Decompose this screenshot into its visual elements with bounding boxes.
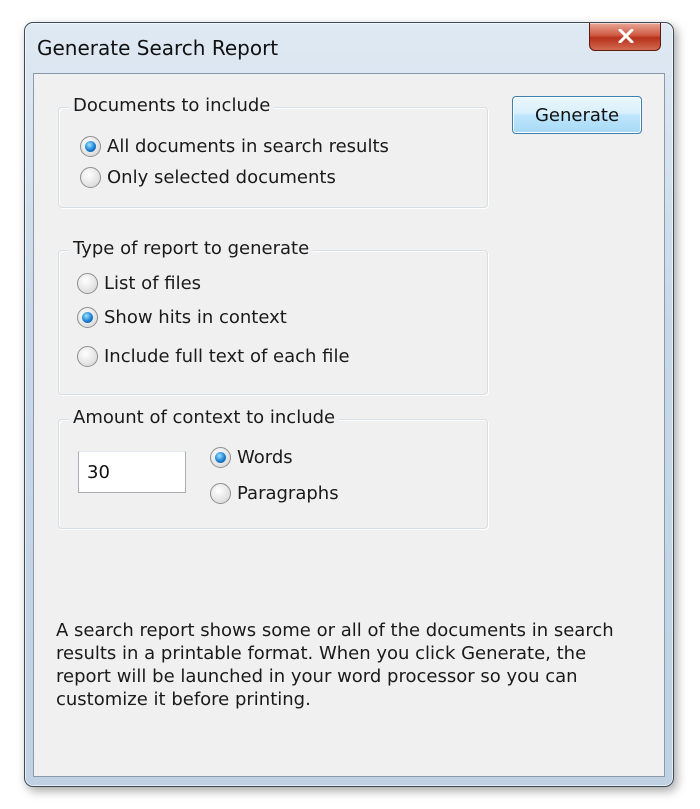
radio-label: Include full text of each file — [104, 346, 350, 367]
radio-button[interactable] — [77, 273, 98, 294]
report-type-group-legend: Type of report to generate — [69, 238, 314, 259]
dialog-client-area: Documents to include All documents in se… — [33, 73, 665, 777]
radio-label: All documents in search results — [107, 136, 389, 157]
radio-paragraphs[interactable]: Paragraphs — [210, 483, 339, 504]
radio-button[interactable] — [77, 307, 98, 328]
radio-label: Paragraphs — [237, 483, 339, 504]
radio-label: Words — [237, 447, 293, 468]
documents-group-legend: Documents to include — [69, 95, 275, 116]
window-title: Generate Search Report — [37, 36, 279, 60]
context-group-legend: Amount of context to include — [69, 407, 340, 428]
radio-label: List of files — [104, 273, 202, 294]
radio-label: Only selected documents — [107, 167, 336, 188]
report-description: A search report shows some or all of the… — [56, 620, 614, 710]
title-bar[interactable]: Generate Search Report — [25, 23, 673, 73]
context-amount-input[interactable] — [78, 451, 186, 493]
documents-group: Documents to include — [58, 95, 488, 208]
radio-words[interactable]: Words — [210, 447, 293, 468]
radio-selected-documents[interactable]: Only selected documents — [80, 167, 336, 188]
radio-all-documents[interactable]: All documents in search results — [80, 136, 389, 157]
radio-show-hits-in-context[interactable]: Show hits in context — [77, 307, 287, 328]
radio-button[interactable] — [80, 167, 101, 188]
radio-button[interactable] — [210, 483, 231, 504]
close-icon — [618, 29, 634, 43]
radio-label: Show hits in context — [104, 307, 287, 328]
generate-button[interactable]: Generate — [512, 96, 642, 134]
radio-button[interactable] — [80, 136, 101, 157]
radio-list-of-files[interactable]: List of files — [77, 273, 201, 294]
close-button[interactable] — [589, 23, 661, 51]
dialog-window: Generate Search Report Documents to incl… — [24, 22, 674, 787]
radio-include-full-text[interactable]: Include full text of each file — [77, 346, 350, 367]
radio-button[interactable] — [210, 447, 231, 468]
radio-button[interactable] — [77, 346, 98, 367]
